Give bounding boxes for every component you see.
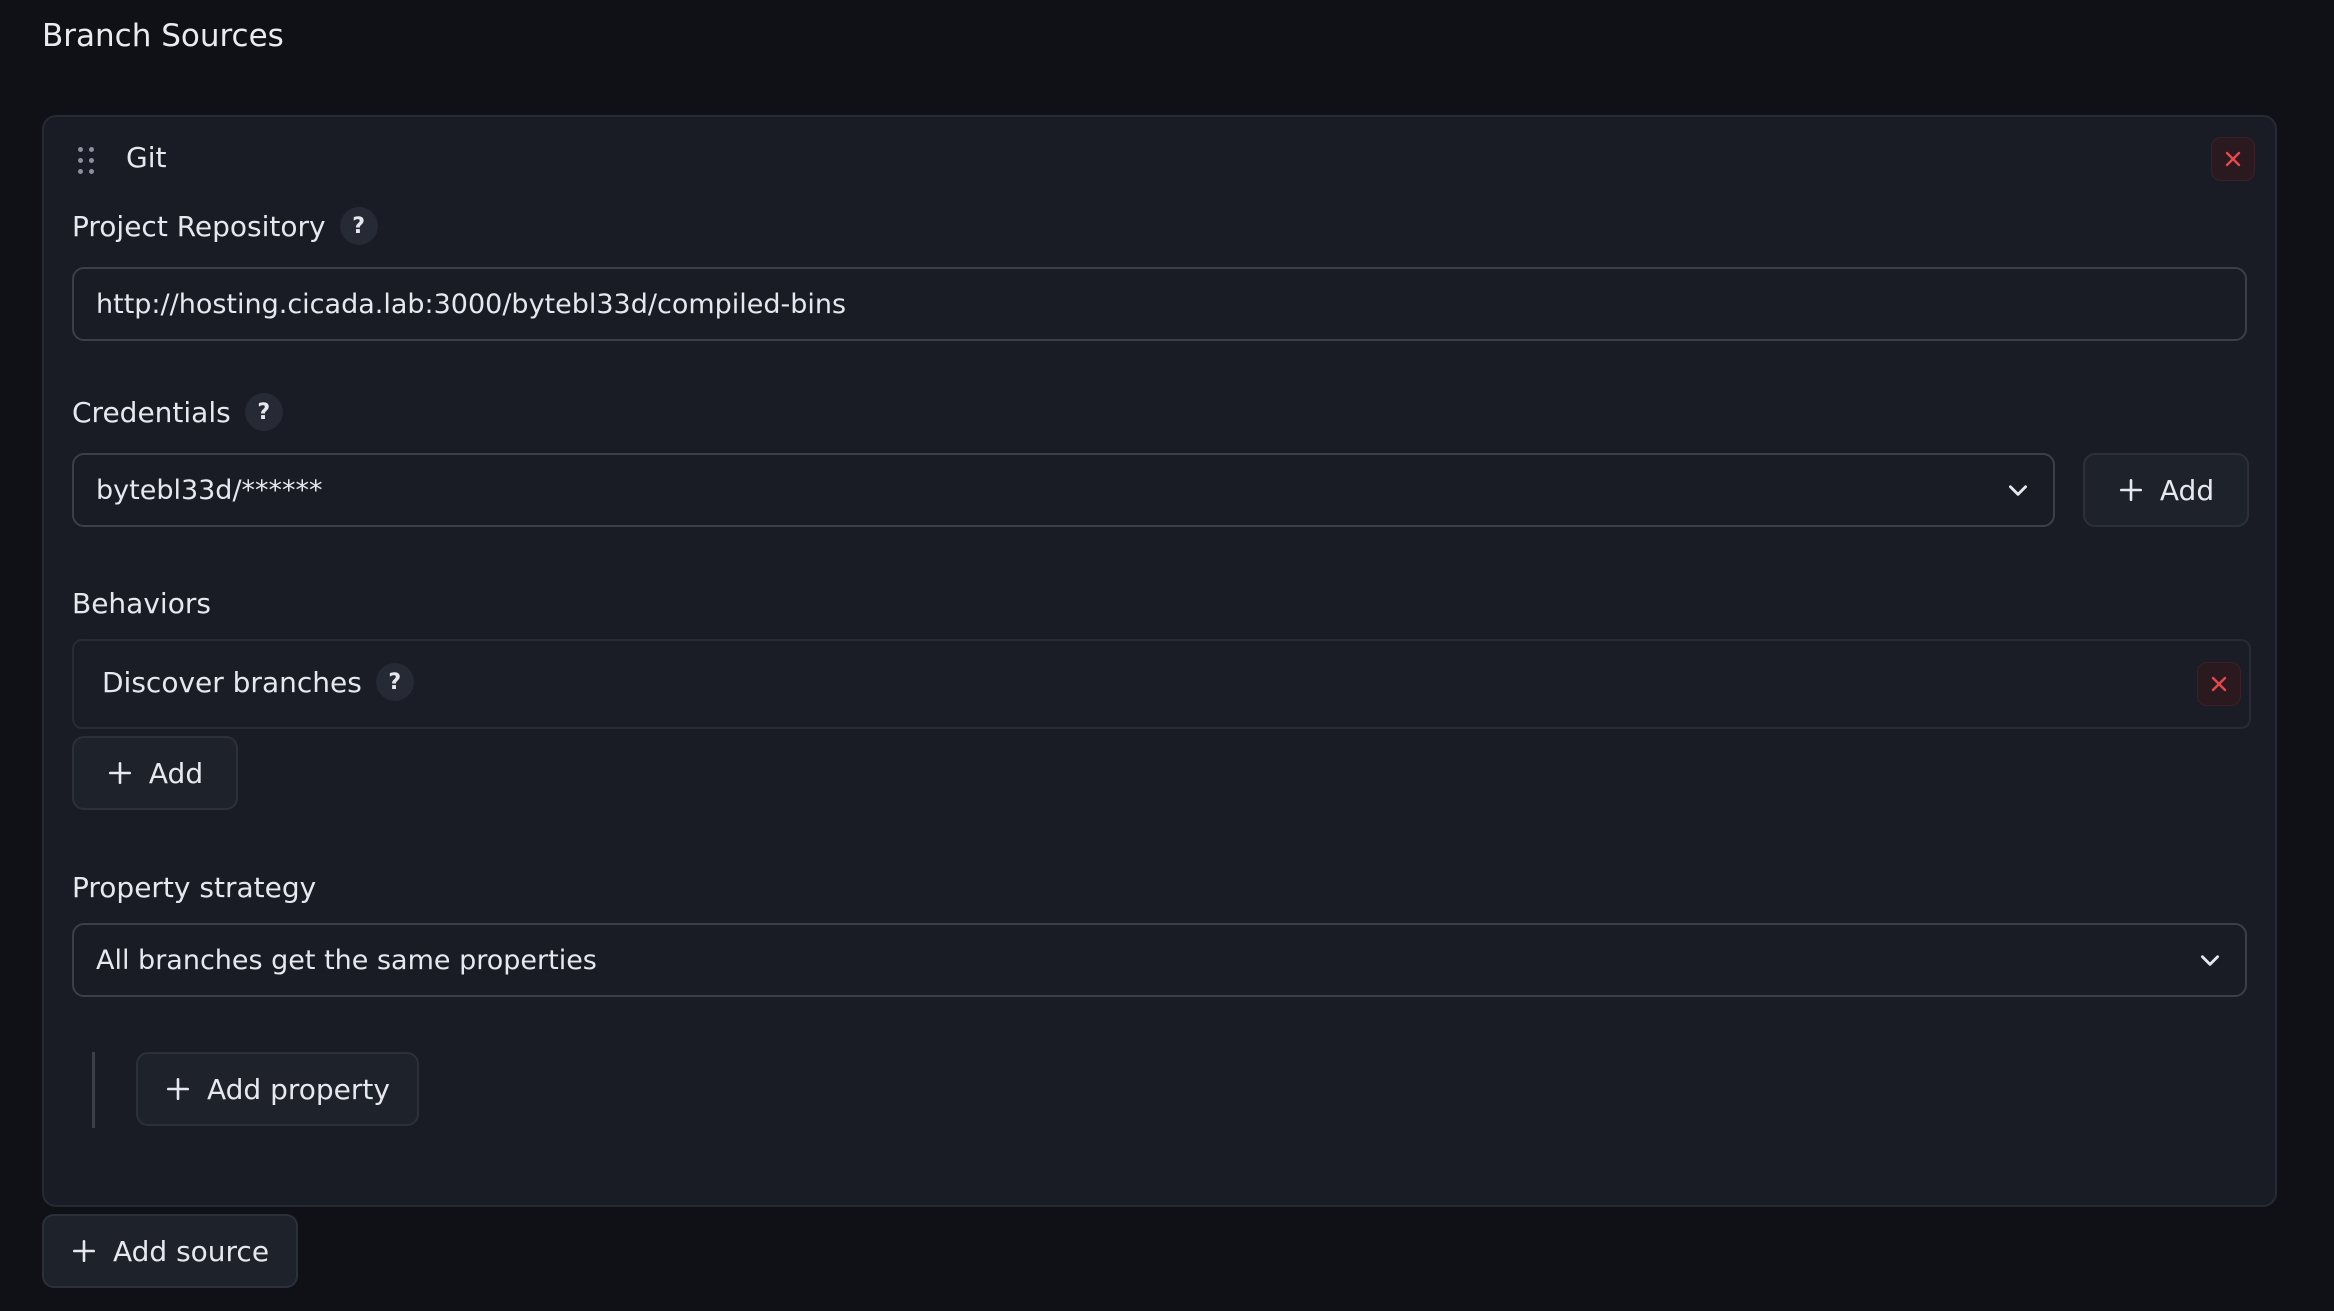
git-source-card: Git Project Repository ? http://hosting.…	[42, 115, 2277, 1207]
delete-source-button[interactable]	[2211, 137, 2255, 181]
add-behavior-button[interactable]: Add	[72, 736, 238, 810]
help-icon[interactable]: ?	[375, 663, 414, 701]
chevron-down-icon	[2201, 955, 2219, 966]
project-repository-label-text: Project Repository	[72, 209, 326, 243]
add-source-label: Add source	[112, 1234, 270, 1268]
chevron-down-icon	[2009, 485, 2027, 496]
plus-icon	[2119, 478, 2142, 502]
close-icon	[2225, 151, 2241, 167]
project-repository-input[interactable]: http://hosting.cicada.lab:3000/bytebl33d…	[72, 267, 2247, 341]
behavior-item-label-text: Discover branches	[102, 665, 362, 699]
add-credentials-label: Add	[2159, 473, 2215, 507]
source-type-title: Git	[126, 141, 167, 174]
add-behavior-label: Add	[148, 756, 204, 790]
plus-icon	[166, 1077, 190, 1101]
credentials-selected-value: bytebl33d/******	[96, 474, 323, 506]
section-title: Branch Sources	[42, 18, 284, 54]
property-strategy-select[interactable]: All branches get the same properties	[72, 923, 2247, 997]
project-repository-value: http://hosting.cicada.lab:3000/bytebl33d…	[96, 288, 847, 320]
help-icon[interactable]: ?	[244, 393, 283, 431]
close-icon	[2211, 676, 2227, 692]
add-credentials-button[interactable]: Add	[2083, 453, 2249, 527]
property-strategy-selected-value: All branches get the same properties	[96, 944, 597, 976]
behaviors-label-text: Behaviors	[72, 587, 211, 620]
property-strategy-label-text: Property strategy	[72, 871, 317, 904]
behavior-item-label: Discover branches ?	[102, 663, 414, 701]
credentials-label: Credentials ?	[72, 393, 283, 431]
drag-handle-icon[interactable]	[78, 147, 96, 175]
credentials-label-text: Credentials	[72, 395, 231, 429]
add-source-button[interactable]: Add source	[42, 1214, 298, 1288]
behaviors-label: Behaviors	[72, 587, 211, 620]
nested-indent-line	[92, 1052, 95, 1128]
plus-icon	[72, 1239, 96, 1263]
project-repository-label: Project Repository ?	[72, 207, 378, 245]
property-strategy-label: Property strategy	[72, 871, 316, 904]
credentials-select[interactable]: bytebl33d/******	[72, 453, 2055, 527]
help-icon[interactable]: ?	[339, 207, 378, 245]
behavior-item: Discover branches ?	[72, 639, 2251, 729]
add-property-label: Add property	[207, 1072, 390, 1106]
delete-behavior-button[interactable]	[2197, 662, 2241, 706]
plus-icon	[108, 761, 131, 785]
add-property-button[interactable]: Add property	[136, 1052, 419, 1126]
